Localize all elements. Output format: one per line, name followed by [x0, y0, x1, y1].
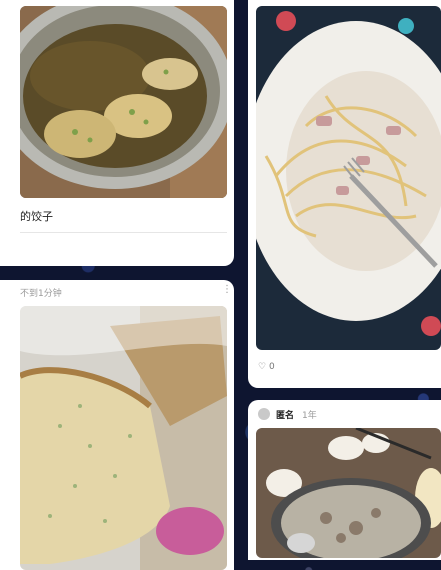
post-title[interactable]: 的饺子: [20, 208, 53, 224]
pan-dumplings-image: [20, 6, 227, 198]
post-time: 1年: [302, 411, 317, 421]
kebab-menu-icon[interactable]: ⋮: [222, 284, 232, 295]
card-divider: [20, 232, 227, 233]
post-card-pasta[interactable]: ♡ 0: [248, 0, 441, 388]
post-card-hotpot[interactable]: 匿名 1年: [248, 400, 441, 560]
heart-outline-icon[interactable]: ♡: [258, 362, 266, 372]
post-author[interactable]: 匿名: [276, 408, 294, 421]
hotpot-photo[interactable]: [256, 428, 441, 558]
like-count-value: 0: [268, 362, 275, 372]
pasta-photo[interactable]: [256, 6, 441, 350]
pasta-plate-image: [256, 6, 441, 350]
dumplings-photo[interactable]: [20, 6, 227, 198]
post-card-bread[interactable]: 不到1分钟 ⋮: [0, 280, 234, 570]
anonymous-avatar-icon[interactable]: [258, 408, 270, 420]
bread-in-bag-image: [20, 306, 227, 570]
post-card-dumplings[interactable]: 的饺子: [0, 0, 234, 266]
like-count[interactable]: ♡ 0: [258, 362, 275, 372]
hotpot-image: [256, 428, 441, 558]
bread-photo[interactable]: [20, 306, 227, 570]
post-time: 不到1分钟: [20, 289, 62, 299]
